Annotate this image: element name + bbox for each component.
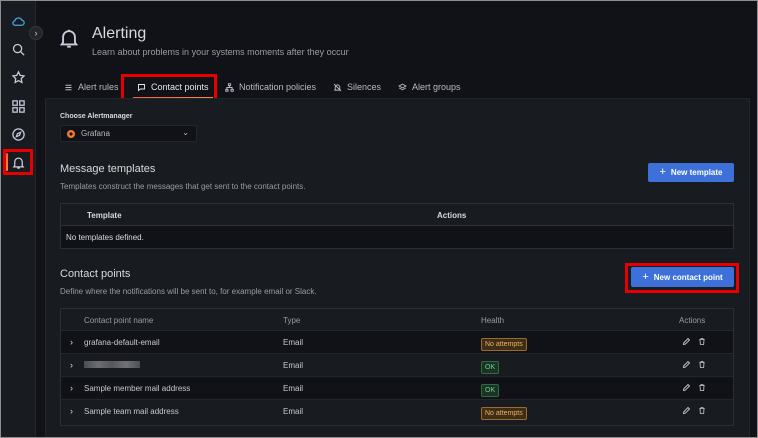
new-template-label: New template (670, 168, 723, 177)
search-icon (12, 43, 25, 56)
layers-icon (398, 83, 407, 90)
table-row[interactable]: › Sample member mail address Email OK (61, 377, 733, 400)
tab-silences[interactable]: Silences (333, 77, 381, 97)
chevron-right-icon[interactable]: › (70, 337, 73, 347)
nav-search-button[interactable] (1, 36, 35, 62)
grafana-logo-icon (67, 129, 75, 138)
contact-point-type: Email (283, 407, 304, 416)
app-window: › Alerting Learn about problems in your … (0, 0, 758, 438)
chevron-down-icon: ⌄ (182, 128, 189, 137)
contact-point-name: grafana-default-email (84, 338, 160, 347)
trash-icon[interactable] (698, 360, 706, 369)
table-row[interactable]: › grafana-default-email Email No attempt… (61, 331, 733, 354)
alertmanager-label: Choose Alertmanager (60, 113, 133, 120)
page-title: Alerting (92, 25, 147, 42)
contact-point-name: Sample member mail address (84, 384, 191, 393)
templates-description: Templates construct the messages that ge… (60, 182, 306, 191)
tab-alert-groups[interactable]: Alert groups (398, 77, 461, 97)
trash-icon[interactable] (698, 337, 706, 346)
redacted-name (84, 361, 140, 368)
templates-empty-text: No templates defined. (66, 233, 144, 242)
new-template-button[interactable]: + New template (648, 163, 734, 182)
health-badge: No attempts (481, 338, 527, 351)
sitemap-icon (225, 82, 234, 92)
column-header-template: Template (87, 211, 122, 220)
templates-table: Template Actions No templates defined. (60, 203, 734, 249)
templates-title: Message templates (60, 163, 156, 175)
health-badge: OK (481, 384, 500, 397)
contact-point-name: Sample team mail address (84, 407, 179, 416)
nav-expand-button[interactable]: › (29, 26, 43, 40)
health-badge: No attempts (481, 407, 527, 420)
nav-starred-button[interactable] (1, 64, 35, 90)
trash-icon[interactable] (698, 406, 706, 415)
chevron-right-icon: › (34, 27, 38, 38)
contact-points-description: Define where the notifications will be s… (60, 287, 317, 296)
pen-icon[interactable] (682, 360, 691, 369)
tab-alert-rules[interactable]: Alert rules (64, 77, 119, 97)
chevron-right-icon[interactable]: › (70, 383, 73, 393)
nav-highlight-box (3, 149, 33, 175)
health-badge: OK (481, 361, 500, 374)
trash-icon[interactable] (698, 383, 706, 392)
column-header-actions: Actions (437, 211, 467, 220)
bell-slash-icon (333, 83, 342, 91)
bell-icon (58, 26, 80, 50)
templates-table-header: Template Actions (61, 204, 733, 226)
contact-point-type: Email (283, 361, 304, 370)
table-row[interactable]: › Email OK (61, 354, 733, 377)
contact-points-table-header: Contact point name Type Health Actions (61, 309, 733, 331)
contact-points-title: Contact points (60, 268, 131, 280)
table-row[interactable]: › Sample team mail address Email No atte… (61, 400, 733, 423)
list-icon (65, 84, 72, 90)
cloud-icon (11, 16, 25, 26)
tab-label: Alert rules (78, 82, 119, 92)
tab-label: Alert groups (412, 82, 461, 92)
pen-icon[interactable] (682, 337, 691, 346)
side-nav (1, 1, 36, 437)
contact-point-type: Email (283, 338, 304, 347)
pen-icon[interactable] (682, 383, 691, 392)
nav-explore-button[interactable] (1, 121, 35, 147)
column-header-type: Type (283, 316, 301, 325)
column-header-name: Contact point name (84, 316, 154, 325)
column-header-health: Health (481, 316, 505, 325)
tab-notification-policies[interactable]: Notification policies (225, 77, 316, 97)
compass-icon (11, 127, 25, 141)
plus-icon: + (659, 166, 666, 178)
alertmanager-select[interactable]: Grafana ⌄ (60, 125, 197, 142)
tab-label: Silences (347, 82, 382, 92)
column-header-actions: Actions (679, 316, 706, 325)
contact-points-table: Contact point name Type Health Actions ›… (60, 308, 734, 426)
pen-icon[interactable] (682, 406, 691, 415)
chevron-right-icon[interactable]: › (70, 360, 73, 370)
chevron-right-icon[interactable]: › (70, 406, 73, 416)
star-icon (11, 69, 25, 84)
tab-label: Notification policies (239, 82, 317, 92)
contact-point-type: Email (283, 384, 304, 393)
page-subtitle: Learn about problems in your systems mom… (92, 47, 349, 57)
alertmanager-selected-value: Grafana (81, 129, 110, 138)
grid-icon (11, 99, 25, 113)
button-highlight-box (625, 263, 739, 293)
nav-dashboards-button[interactable] (1, 93, 35, 119)
